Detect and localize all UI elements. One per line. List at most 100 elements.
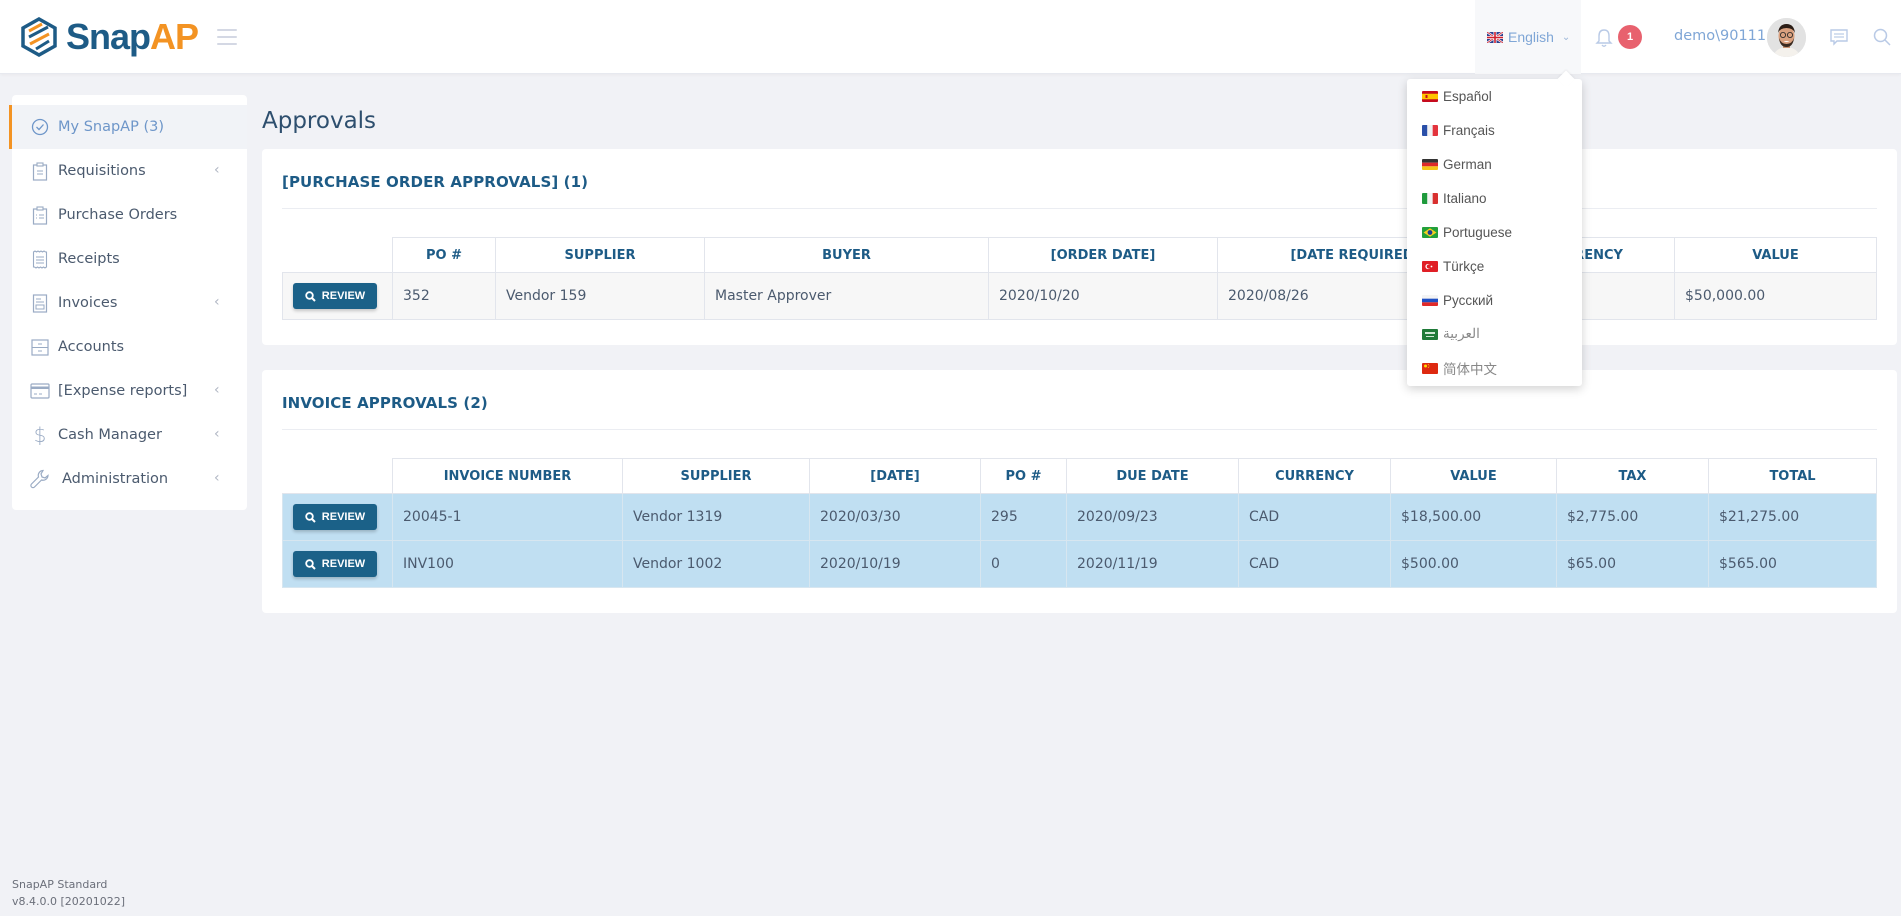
column-header[interactable]: SUPPLIER bbox=[622, 458, 810, 494]
language-option-ar[interactable]: العربية bbox=[1407, 317, 1582, 351]
language-option-fr[interactable]: Français bbox=[1407, 113, 1582, 147]
sidebar-item-invoices[interactable]: Invoices ‹ bbox=[12, 281, 247, 325]
table-cell: Master Approver bbox=[704, 272, 989, 320]
sidebar-item-expense-reports[interactable]: [Expense reports] ‹ bbox=[12, 369, 247, 413]
review-label: REVIEW bbox=[321, 558, 366, 570]
language-option-ru[interactable]: Русский bbox=[1407, 283, 1582, 317]
language-option-label: Français bbox=[1443, 122, 1495, 138]
invoice-icon bbox=[30, 293, 50, 313]
review-button[interactable]: REVIEW bbox=[293, 504, 377, 530]
france-flag-icon bbox=[1422, 124, 1438, 136]
language-selector[interactable]: English ⌄ bbox=[1475, 0, 1581, 74]
credit-card-icon bbox=[30, 381, 50, 401]
sidebar-item-label: [Expense reports] bbox=[58, 383, 188, 399]
divider bbox=[282, 208, 1877, 209]
sidebar-item-receipts[interactable]: Receipts bbox=[12, 237, 247, 281]
chat-icon[interactable] bbox=[1830, 29, 1848, 46]
language-option-es[interactable]: Español bbox=[1407, 79, 1582, 113]
action-column-header bbox=[282, 458, 393, 494]
language-label: English bbox=[1508, 29, 1554, 45]
table-cell: 2020/10/19 bbox=[809, 540, 981, 588]
product-name: SnapAP Standard bbox=[12, 878, 108, 891]
table-cell: Vendor 1002 bbox=[622, 540, 810, 588]
table-cell: 352 bbox=[392, 272, 496, 320]
italy-flag-icon bbox=[1422, 192, 1438, 204]
notification-badge[interactable]: 1 bbox=[1618, 25, 1642, 49]
column-header[interactable]: SUPPLIER bbox=[495, 237, 705, 273]
language-option-label: Italiano bbox=[1443, 190, 1487, 206]
username[interactable]: demo\90111 bbox=[1674, 28, 1766, 44]
language-option-it[interactable]: Italiano bbox=[1407, 181, 1582, 215]
saudi-flag-icon bbox=[1422, 328, 1438, 340]
column-header[interactable]: VALUE bbox=[1674, 237, 1877, 273]
table-cell: $565.00 bbox=[1708, 540, 1877, 588]
logo-text-accent: AP bbox=[150, 16, 199, 57]
review-button[interactable]: REVIEW bbox=[293, 283, 377, 309]
sidebar-item-label: Accounts bbox=[58, 339, 125, 355]
menu-toggle-icon[interactable] bbox=[217, 29, 237, 45]
search-icon bbox=[305, 558, 316, 570]
column-header[interactable]: TOTAL bbox=[1708, 458, 1877, 494]
table-cell: $18,500.00 bbox=[1390, 493, 1557, 541]
dollar-icon: $ bbox=[33, 423, 47, 447]
column-header[interactable]: DUE DATE bbox=[1066, 458, 1239, 494]
avatar[interactable] bbox=[1767, 18, 1806, 57]
review-button[interactable]: REVIEW bbox=[293, 551, 377, 577]
table-cell: 20045-1 bbox=[392, 493, 623, 541]
column-header[interactable]: PO # bbox=[392, 237, 496, 273]
column-header[interactable]: [DATE] bbox=[809, 458, 981, 494]
table-cell: CAD bbox=[1238, 493, 1391, 541]
brazil-flag-icon bbox=[1422, 226, 1438, 238]
chevron-left-icon: ‹ bbox=[214, 426, 220, 442]
table-cell: INV100 bbox=[392, 540, 623, 588]
page-title: Approvals bbox=[262, 108, 377, 134]
language-option-de[interactable]: German bbox=[1407, 147, 1582, 181]
sidebar-item-accounts[interactable]: Accounts bbox=[12, 325, 247, 369]
table-cell: 2020/03/30 bbox=[809, 493, 981, 541]
table-cell: 295 bbox=[980, 493, 1067, 541]
column-header[interactable]: [ORDER DATE] bbox=[988, 237, 1218, 273]
sidebar-item-requisitions[interactable]: Requisitions ‹ bbox=[12, 149, 247, 193]
column-header[interactable]: PO # bbox=[980, 458, 1067, 494]
version-string: v8.4.0.0 [20201022] bbox=[12, 895, 126, 908]
language-option-pt[interactable]: Portuguese bbox=[1407, 215, 1582, 249]
sidebar-item-label: Requisitions bbox=[58, 163, 146, 179]
sidebar-item-my-snapap[interactable]: My SnapAP (3) bbox=[9, 105, 247, 149]
snapap-logo[interactable]: SnapAP bbox=[20, 16, 199, 57]
column-header[interactable]: BUYER bbox=[704, 237, 989, 273]
column-header[interactable]: INVOICE NUMBER bbox=[392, 458, 623, 494]
po-approvals-card: [PURCHASE ORDER APPROVALS] (1) PO # SUPP… bbox=[262, 149, 1897, 345]
table-row: REVIEW INV100 Vendor 1002 2020/10/19 0 2… bbox=[282, 540, 1877, 588]
column-header[interactable]: CURRENCY bbox=[1238, 458, 1391, 494]
sidebar-item-administration[interactable]: Administration ‹ bbox=[12, 457, 247, 501]
sidebar-item-cash-manager[interactable]: $ Cash Manager ‹ bbox=[12, 413, 247, 457]
language-option-tr[interactable]: Türkçe bbox=[1407, 249, 1582, 283]
wrench-icon bbox=[30, 469, 50, 489]
table-cell: $500.00 bbox=[1390, 540, 1557, 588]
invoice-approvals-card: INVOICE APPROVALS (2) INVOICE NUMBER SUP… bbox=[262, 370, 1897, 613]
table-cell: $2,775.00 bbox=[1556, 493, 1709, 541]
table-cell: CAD bbox=[1238, 540, 1391, 588]
sidebar-item-label: Cash Manager bbox=[58, 427, 162, 443]
logo-text: SnapAP bbox=[66, 16, 199, 57]
table-cell: $21,275.00 bbox=[1708, 493, 1877, 541]
language-option-label: Portuguese bbox=[1443, 224, 1513, 240]
review-label: REVIEW bbox=[321, 511, 366, 523]
table-row: REVIEW 352 Vendor 159 Master Approver 20… bbox=[282, 272, 1877, 320]
bell-icon[interactable] bbox=[1595, 28, 1613, 48]
top-header: SnapAP English ⌄ 1 demo\90111 bbox=[0, 0, 1901, 74]
action-cell: REVIEW bbox=[282, 540, 393, 588]
column-header[interactable]: TAX bbox=[1556, 458, 1709, 494]
sidebar-item-purchase-orders[interactable]: Purchase Orders bbox=[12, 193, 247, 237]
language-option-label: German bbox=[1443, 156, 1492, 172]
cabinet-icon bbox=[30, 337, 50, 357]
search-icon[interactable] bbox=[1873, 28, 1891, 46]
sidebar-item-label: Invoices bbox=[58, 295, 118, 311]
chevron-left-icon: ‹ bbox=[214, 470, 220, 486]
table-header-row: INVOICE NUMBER SUPPLIER [DATE] PO # DUE … bbox=[282, 458, 1877, 494]
invoice-approvals-title: INVOICE APPROVALS (2) bbox=[282, 394, 488, 412]
app-footer: SnapAP Standard v8.4.0.0 [20201022] bbox=[12, 876, 125, 910]
language-option-zh[interactable]: 简体中文 bbox=[1407, 351, 1582, 385]
column-header[interactable]: VALUE bbox=[1390, 458, 1557, 494]
chevron-down-icon: ⌄ bbox=[1561, 31, 1571, 43]
